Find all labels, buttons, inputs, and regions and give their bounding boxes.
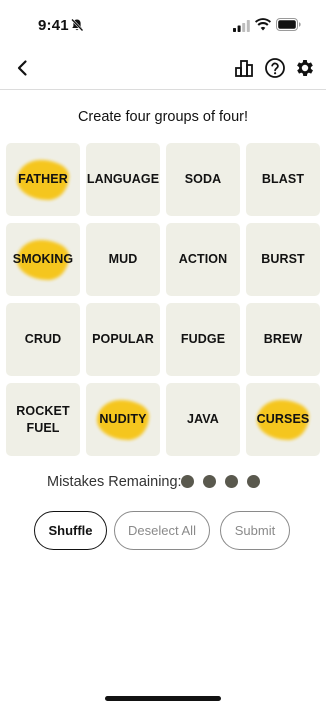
mistake-dot xyxy=(247,475,260,488)
word-tile[interactable]: CURSES xyxy=(246,383,320,456)
tile-word: BREW xyxy=(263,332,303,347)
wifi-icon xyxy=(255,18,271,31)
submit-button[interactable]: Submit xyxy=(220,511,290,550)
cellular-signal-icon xyxy=(233,20,250,32)
tile-word: FUDGE xyxy=(180,332,226,347)
word-tile[interactable]: LANGUAGE xyxy=(86,143,160,216)
status-time: 9:41 xyxy=(38,17,69,34)
word-tile[interactable]: FATHER xyxy=(6,143,80,216)
word-tile[interactable]: POPULAR xyxy=(86,303,160,376)
tile-word: FATHER xyxy=(18,172,68,187)
tile-word: ACTION xyxy=(178,252,228,267)
mistakes-label: Mistakes Remaining: xyxy=(47,474,182,490)
word-grid: FATHER LANGUAGE SODA BLAST SMOKING MUD ACTION B… xyxy=(6,143,320,456)
tile-word: SMOKING xyxy=(12,252,74,267)
tile-word: CRUD xyxy=(24,332,62,347)
mistake-dot xyxy=(181,475,194,488)
tile-word: SODA xyxy=(184,172,222,187)
word-tile[interactable]: BURST xyxy=(246,223,320,296)
word-tile[interactable]: JAVA xyxy=(166,383,240,456)
mistake-dot xyxy=(225,475,238,488)
tile-word: NUDITY xyxy=(99,412,147,427)
word-tile[interactable]: ACTION xyxy=(166,223,240,296)
bell-slash-icon xyxy=(71,18,84,32)
mistakes-remaining: Mistakes Remaining: xyxy=(0,472,326,492)
word-tile[interactable]: BREW xyxy=(246,303,320,376)
word-tile[interactable]: BLAST xyxy=(246,143,320,216)
question-circle-icon[interactable] xyxy=(264,57,286,79)
tile-word: POPULAR xyxy=(92,332,154,347)
word-tile[interactable]: MUD xyxy=(86,223,160,296)
chevron-left-icon[interactable] xyxy=(12,57,34,79)
deselect-all-button[interactable]: Deselect All xyxy=(114,511,210,550)
word-tile[interactable]: FUDGE xyxy=(166,303,240,376)
nav-bar xyxy=(0,52,326,90)
gear-icon[interactable] xyxy=(294,57,316,79)
shuffle-button[interactable]: Shuffle xyxy=(34,511,107,550)
word-tile[interactable]: SMOKING xyxy=(6,223,80,296)
status-bar: 9:41 xyxy=(0,0,326,48)
home-indicator xyxy=(105,696,221,701)
tile-word: ROCKET FUEL xyxy=(16,404,70,435)
tile-word: CURSES xyxy=(256,412,310,427)
word-tile[interactable]: ROCKET FUEL xyxy=(6,383,80,456)
word-tile[interactable]: CRUD xyxy=(6,303,80,376)
tile-word: JAVA xyxy=(187,412,219,427)
tile-word: BURST xyxy=(261,252,305,267)
bar-chart-icon[interactable] xyxy=(234,58,254,78)
tile-word: BLAST xyxy=(261,172,305,187)
word-tile[interactable]: NUDITY xyxy=(86,383,160,456)
instructions-text: Create four groups of four! xyxy=(77,109,249,125)
tile-word: LANGUAGE xyxy=(86,172,160,187)
word-tile[interactable]: SODA xyxy=(166,143,240,216)
mistake-dot xyxy=(203,475,216,488)
battery-icon xyxy=(276,18,301,31)
tile-word: MUD xyxy=(108,252,138,267)
